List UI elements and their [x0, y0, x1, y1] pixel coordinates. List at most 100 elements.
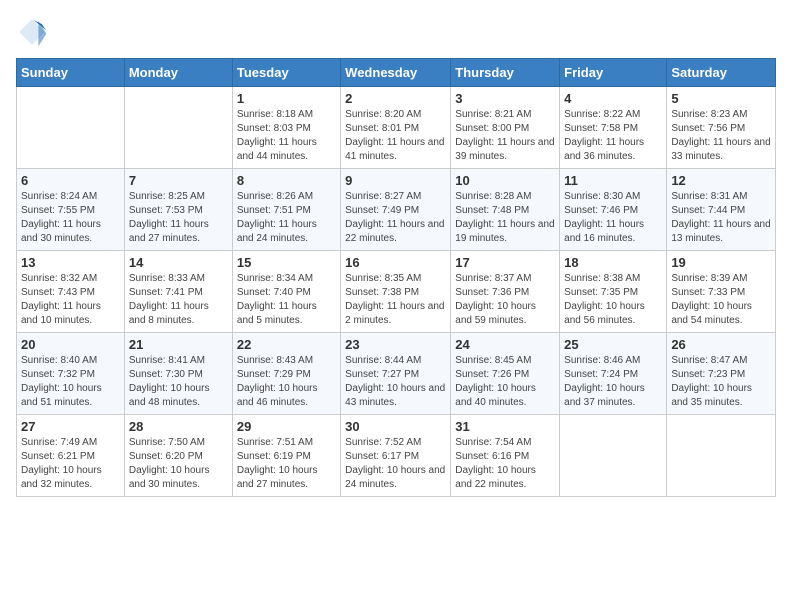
- day-detail: Sunrise: 8:27 AM Sunset: 7:49 PM Dayligh…: [345, 190, 446, 246]
- day-number: 15: [237, 255, 336, 270]
- day-detail: Sunrise: 8:22 AM Sunset: 7:58 PM Dayligh…: [564, 108, 662, 164]
- calendar-cell: 2 Sunrise: 8:20 AM Sunset: 8:01 PM Daylig…: [341, 87, 451, 169]
- day-detail: Sunrise: 8:38 AM Sunset: 7:35 PM Dayligh…: [564, 272, 662, 328]
- day-number: 17: [455, 255, 555, 270]
- day-detail: Sunrise: 8:23 AM Sunset: 7:56 PM Dayligh…: [671, 108, 771, 164]
- calendar-cell: 24 Sunrise: 8:45 AM Sunset: 7:26 PM Dayli…: [451, 333, 560, 415]
- calendar-cell: 18 Sunrise: 8:38 AM Sunset: 7:35 PM Dayli…: [560, 251, 667, 333]
- day-detail: Sunrise: 8:30 AM Sunset: 7:46 PM Dayligh…: [564, 190, 662, 246]
- calendar-cell: 31 Sunrise: 7:54 AM Sunset: 6:16 PM Dayli…: [451, 415, 560, 497]
- day-detail: Sunrise: 8:37 AM Sunset: 7:36 PM Dayligh…: [455, 272, 555, 328]
- day-detail: Sunrise: 8:34 AM Sunset: 7:40 PM Dayligh…: [237, 272, 336, 328]
- day-number: 13: [21, 255, 120, 270]
- calendar-cell: 26 Sunrise: 8:47 AM Sunset: 7:23 PM Dayli…: [667, 333, 776, 415]
- day-detail: Sunrise: 8:20 AM Sunset: 8:01 PM Dayligh…: [345, 108, 446, 164]
- day-header-thursday: Thursday: [451, 59, 560, 87]
- day-number: 25: [564, 337, 662, 352]
- day-number: 1: [237, 91, 336, 106]
- day-detail: Sunrise: 8:26 AM Sunset: 7:51 PM Dayligh…: [237, 190, 336, 246]
- day-number: 5: [671, 91, 771, 106]
- day-header-tuesday: Tuesday: [232, 59, 340, 87]
- day-number: 12: [671, 173, 771, 188]
- day-detail: Sunrise: 8:28 AM Sunset: 7:48 PM Dayligh…: [455, 190, 555, 246]
- day-number: 22: [237, 337, 336, 352]
- header-row: SundayMondayTuesdayWednesdayThursdayFrid…: [17, 59, 776, 87]
- calendar-cell: 25Sunrise: 8:46 AM Sunset: 7:24 PM Dayli…: [560, 333, 667, 415]
- day-detail: Sunrise: 7:54 AM Sunset: 6:16 PM Dayligh…: [455, 436, 555, 492]
- day-detail: Sunrise: 8:44 AM Sunset: 7:27 PM Dayligh…: [345, 354, 446, 410]
- week-row-1: 1 Sunrise: 8:18 AM Sunset: 8:03 PM Daylig…: [17, 87, 776, 169]
- week-row-5: 27Sunrise: 7:49 AM Sunset: 6:21 PM Dayli…: [17, 415, 776, 497]
- calendar-cell: 7 Sunrise: 8:25 AM Sunset: 7:53 PM Daylig…: [124, 169, 232, 251]
- calendar-cell: 21 Sunrise: 8:41 AM Sunset: 7:30 PM Dayli…: [124, 333, 232, 415]
- calendar-cell: 28Sunrise: 7:50 AM Sunset: 6:20 PM Dayli…: [124, 415, 232, 497]
- calendar-cell: 23 Sunrise: 8:44 AM Sunset: 7:27 PM Dayli…: [341, 333, 451, 415]
- calendar-cell: [560, 415, 667, 497]
- calendar-cell: 16 Sunrise: 8:35 AM Sunset: 7:38 PM Dayli…: [341, 251, 451, 333]
- day-detail: Sunrise: 8:33 AM Sunset: 7:41 PM Dayligh…: [129, 272, 228, 328]
- calendar-cell: 12 Sunrise: 8:31 AM Sunset: 7:44 PM Dayli…: [667, 169, 776, 251]
- day-detail: Sunrise: 8:32 AM Sunset: 7:43 PM Dayligh…: [21, 272, 120, 328]
- day-detail: Sunrise: 8:45 AM Sunset: 7:26 PM Dayligh…: [455, 354, 555, 410]
- day-number: 8: [237, 173, 336, 188]
- calendar-cell: 13 Sunrise: 8:32 AM Sunset: 7:43 PM Dayli…: [17, 251, 125, 333]
- day-detail: Sunrise: 8:40 AM Sunset: 7:32 PM Dayligh…: [21, 354, 120, 410]
- day-detail: Sunrise: 8:24 AM Sunset: 7:55 PM Dayligh…: [21, 190, 120, 246]
- calendar-cell: 11 Sunrise: 8:30 AM Sunset: 7:46 PM Dayli…: [560, 169, 667, 251]
- calendar-cell: 3 Sunrise: 8:21 AM Sunset: 8:00 PM Daylig…: [451, 87, 560, 169]
- week-row-4: 20 Sunrise: 8:40 AM Sunset: 7:32 PM Dayli…: [17, 333, 776, 415]
- day-header-sunday: Sunday: [17, 59, 125, 87]
- day-header-monday: Monday: [124, 59, 232, 87]
- day-number: 4: [564, 91, 662, 106]
- calendar-cell: [17, 87, 125, 169]
- calendar-cell: 1 Sunrise: 8:18 AM Sunset: 8:03 PM Daylig…: [232, 87, 340, 169]
- day-detail: Sunrise: 8:35 AM Sunset: 7:38 PM Dayligh…: [345, 272, 446, 328]
- day-detail: Sunrise: 8:41 AM Sunset: 7:30 PM Dayligh…: [129, 354, 228, 410]
- calendar-cell: 20 Sunrise: 8:40 AM Sunset: 7:32 PM Dayli…: [17, 333, 125, 415]
- day-number: 7: [129, 173, 228, 188]
- day-header-friday: Friday: [560, 59, 667, 87]
- calendar-cell: 5 Sunrise: 8:23 AM Sunset: 7:56 PM Daylig…: [667, 87, 776, 169]
- day-number: 29: [237, 419, 336, 434]
- day-number: 18: [564, 255, 662, 270]
- day-detail: Sunrise: 8:43 AM Sunset: 7:29 PM Dayligh…: [237, 354, 336, 410]
- calendar-cell: 6Sunrise: 8:24 AM Sunset: 7:55 PM Daylig…: [17, 169, 125, 251]
- week-row-2: 6Sunrise: 8:24 AM Sunset: 7:55 PM Daylig…: [17, 169, 776, 251]
- calendar-cell: 15 Sunrise: 8:34 AM Sunset: 7:40 PM Dayli…: [232, 251, 340, 333]
- day-number: 11: [564, 173, 662, 188]
- day-number: 31: [455, 419, 555, 434]
- calendar-cell: [124, 87, 232, 169]
- logo: [16, 16, 52, 48]
- day-number: 9: [345, 173, 446, 188]
- day-detail: Sunrise: 8:31 AM Sunset: 7:44 PM Dayligh…: [671, 190, 771, 246]
- day-number: 23: [345, 337, 446, 352]
- day-number: 24: [455, 337, 555, 352]
- day-detail: Sunrise: 8:39 AM Sunset: 7:33 PM Dayligh…: [671, 272, 771, 328]
- day-number: 3: [455, 91, 555, 106]
- calendar-cell: 30Sunrise: 7:52 AM Sunset: 6:17 PM Dayli…: [341, 415, 451, 497]
- day-number: 2: [345, 91, 446, 106]
- day-detail: Sunrise: 7:51 AM Sunset: 6:19 PM Dayligh…: [237, 436, 336, 492]
- day-number: 21: [129, 337, 228, 352]
- day-number: 26: [671, 337, 771, 352]
- day-number: 16: [345, 255, 446, 270]
- logo-icon: [16, 16, 48, 48]
- day-detail: Sunrise: 8:25 AM Sunset: 7:53 PM Dayligh…: [129, 190, 228, 246]
- calendar-cell: 27Sunrise: 7:49 AM Sunset: 6:21 PM Dayli…: [17, 415, 125, 497]
- day-detail: Sunrise: 8:21 AM Sunset: 8:00 PM Dayligh…: [455, 108, 555, 164]
- day-detail: Sunrise: 8:47 AM Sunset: 7:23 PM Dayligh…: [671, 354, 771, 410]
- day-detail: Sunrise: 8:18 AM Sunset: 8:03 PM Dayligh…: [237, 108, 336, 164]
- calendar-cell: 29 Sunrise: 7:51 AM Sunset: 6:19 PM Dayli…: [232, 415, 340, 497]
- day-header-saturday: Saturday: [667, 59, 776, 87]
- day-header-wednesday: Wednesday: [341, 59, 451, 87]
- day-detail: Sunrise: 7:49 AM Sunset: 6:21 PM Dayligh…: [21, 436, 120, 492]
- calendar-table: SundayMondayTuesdayWednesdayThursdayFrid…: [16, 58, 776, 497]
- calendar-cell: 14Sunrise: 8:33 AM Sunset: 7:41 PM Dayli…: [124, 251, 232, 333]
- day-number: 20: [21, 337, 120, 352]
- calendar-cell: 19 Sunrise: 8:39 AM Sunset: 7:33 PM Dayli…: [667, 251, 776, 333]
- day-detail: Sunrise: 7:50 AM Sunset: 6:20 PM Dayligh…: [129, 436, 228, 492]
- day-number: 19: [671, 255, 771, 270]
- calendar-cell: 10Sunrise: 8:28 AM Sunset: 7:48 PM Dayli…: [451, 169, 560, 251]
- header: [16, 16, 776, 48]
- calendar-cell: [667, 415, 776, 497]
